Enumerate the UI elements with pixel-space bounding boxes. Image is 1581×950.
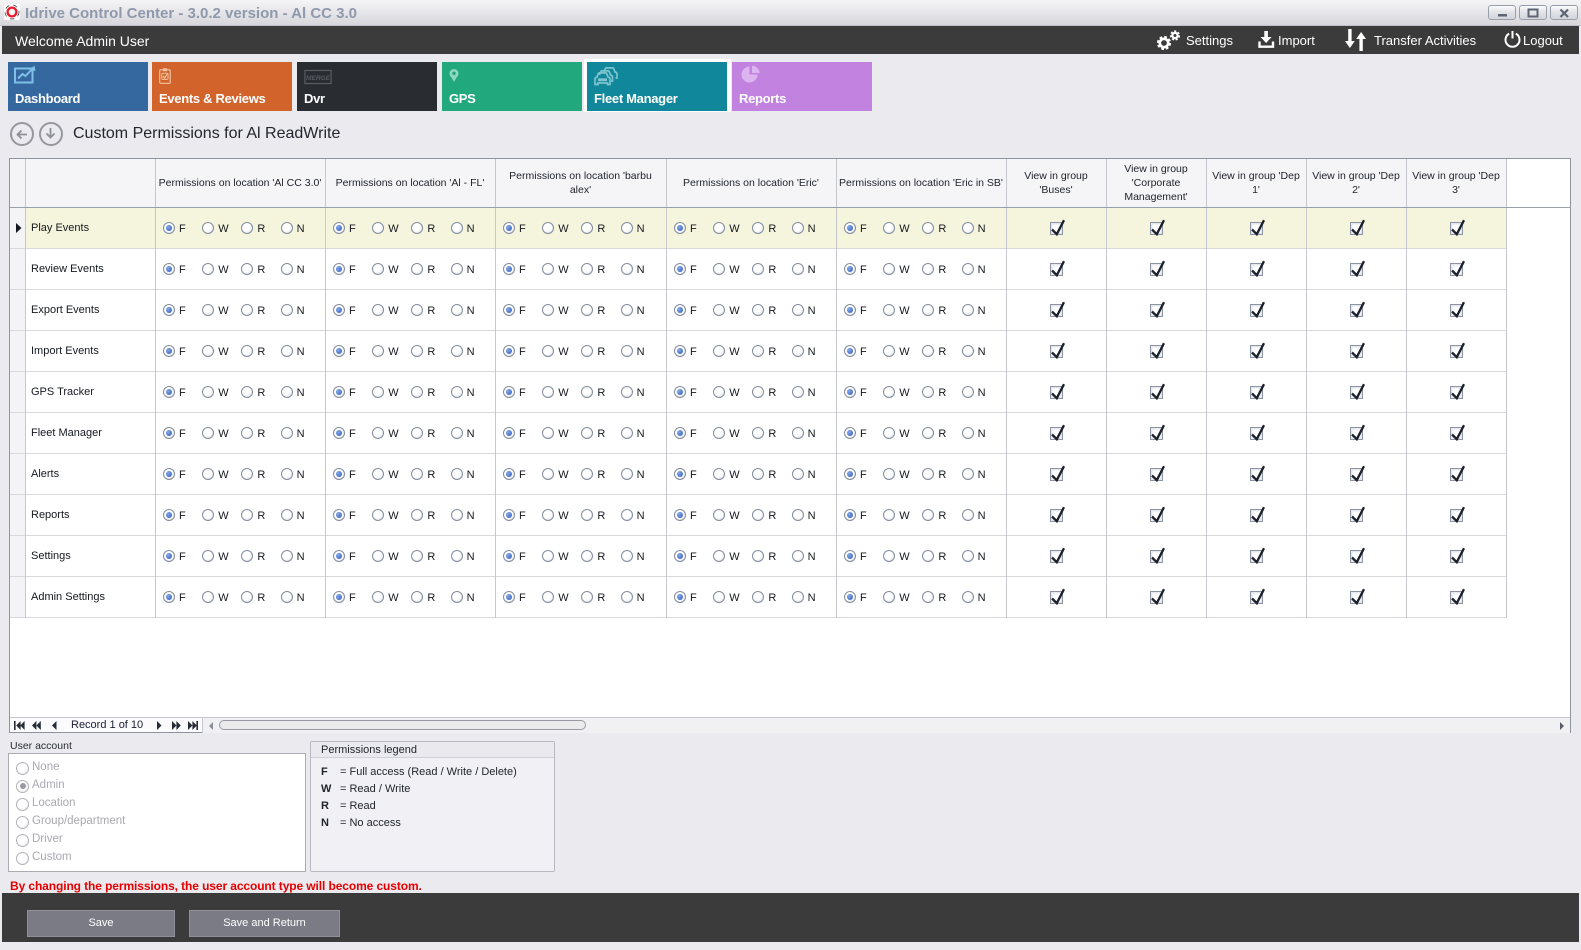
svg-text:MERGE: MERGE — [306, 75, 331, 82]
